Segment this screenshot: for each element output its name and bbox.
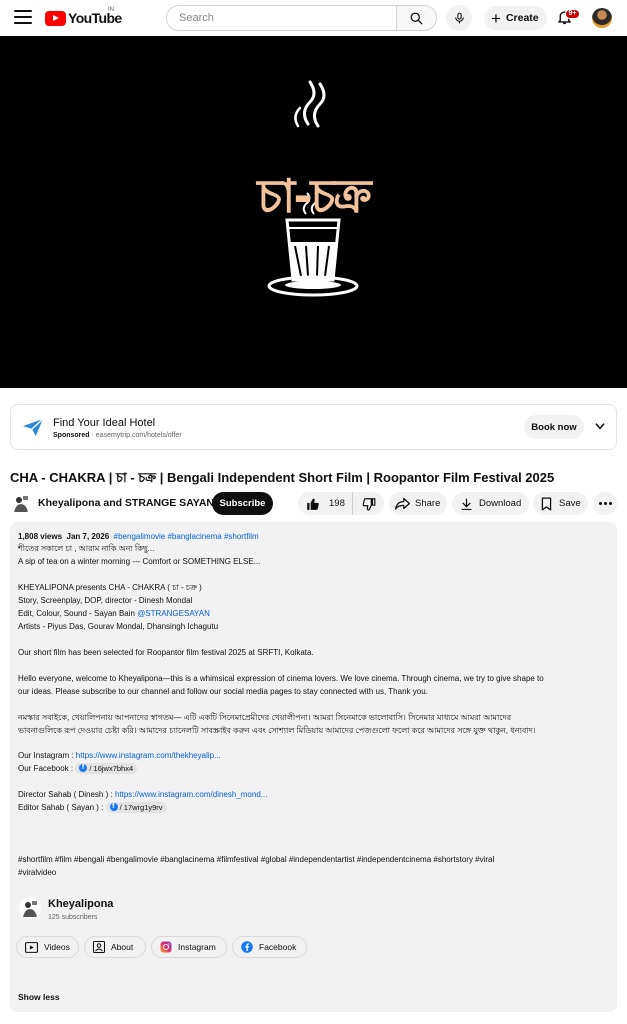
about-subscriber-count: 125 subscribers: [48, 914, 98, 921]
facebook-icon: [241, 941, 253, 953]
person-card-icon: [93, 941, 105, 953]
mention-link[interactable]: @STRANGESAYAN: [137, 609, 210, 618]
top-bar: YouTube IN + Create 9+: [0, 0, 627, 36]
microphone-icon: [454, 12, 464, 24]
book-now-button[interactable]: Book now: [524, 415, 584, 439]
facebook-button-label: Facebook: [259, 942, 297, 952]
video-title: CHA - CHAKRA | চা - চক্র | Bengali Indep…: [10, 470, 555, 485]
channel-avatar[interactable]: [10, 492, 32, 514]
youtube-logo[interactable]: YouTube IN: [45, 7, 122, 26]
director-link[interactable]: https://www.instagram.com/dinesh_mond...: [115, 790, 268, 799]
desc-line-2: A sip of tea on a winter morning --- Com…: [18, 557, 261, 566]
video-player[interactable]: চা-চক্র: [0, 36, 627, 388]
voice-search-button[interactable]: [446, 5, 472, 31]
save-label: Save: [559, 498, 581, 509]
more-horizontal-icon: [598, 502, 613, 505]
director-label: Director Sahab ( Dinesh ) :: [18, 790, 115, 799]
director-line: Director Sahab ( Dinesh ) : https://www.…: [18, 788, 267, 801]
facebook-line: Our Facebook : / 16jwx7bhx4: [18, 762, 138, 775]
facebook-chip[interactable]: / 16jwx7bhx4: [75, 762, 138, 774]
editor-chip[interactable]: / 17wrg1y9rv: [105, 801, 167, 813]
desc-line-4: Story, Screenplay, DOP, director - Dines…: [18, 596, 193, 605]
about-label: About: [111, 942, 134, 952]
subscribe-button[interactable]: Subscribe: [212, 492, 273, 515]
like-button[interactable]: 198: [298, 492, 353, 515]
credit-edit: Edit, Colour, Sound - Sayan Bain: [18, 609, 138, 618]
share-arrow-icon: [395, 497, 410, 510]
instagram-label: Our Instagram :: [18, 751, 76, 760]
description-box[interactable]: 1,808 views Jan 7, 2026 #bengalimovie #b…: [10, 522, 617, 1012]
sponsored-ad[interactable]: Find Your Ideal Hotel Sponsored · easemy…: [10, 404, 617, 450]
bookmark-icon: [541, 497, 552, 510]
show-less-button[interactable]: Show less: [18, 992, 60, 1002]
more-actions-button[interactable]: [593, 492, 617, 515]
hamburger-menu-icon[interactable]: [14, 10, 32, 26]
search-icon: [410, 12, 423, 25]
video-play-icon: [25, 941, 38, 953]
like-dislike-group: 198: [298, 492, 384, 515]
desc-line-7: Our short film has been selected for Roo…: [18, 648, 314, 657]
account-avatar[interactable]: [592, 8, 612, 28]
desc-line-3: KHEYALIPONA presents CHA - CHAKRA ( চা -…: [18, 583, 202, 592]
sponsored-label: Sponsored: [53, 432, 90, 439]
instagram-button[interactable]: Instagram: [151, 936, 227, 958]
ad-url: easemytrip.com/hotels/offer: [95, 432, 182, 439]
plus-icon: +: [491, 8, 501, 28]
country-code: IN: [108, 7, 114, 13]
thumbs-down-icon: [362, 497, 375, 510]
instagram-button-label: Instagram: [178, 942, 216, 952]
desc-line-11: ভাবনাগুলিকে রূপ দেওয়ার চেষ্টা করি। আমাদ…: [18, 726, 536, 735]
top-hashtags[interactable]: #bengalimovie #banglacinema #shortfilm: [114, 532, 259, 541]
facebook-button[interactable]: Facebook: [232, 936, 307, 958]
about-channel-name[interactable]: Kheyalipona: [48, 898, 113, 910]
instagram-link[interactable]: https://www.instagram.com/thekheyalip...: [76, 751, 221, 760]
search-input[interactable]: [179, 12, 396, 24]
chevron-down-icon[interactable]: [593, 419, 607, 433]
thumbs-up-icon: [307, 498, 319, 510]
desc-line-1: শীতের সকালে চা , আরাম নাকি অন্য কিছু...: [18, 544, 155, 553]
search-box: [166, 5, 397, 31]
bottom-hashtags-1[interactable]: #shortfilm #film #bengali #bengalimovie …: [18, 853, 494, 866]
download-button[interactable]: Download: [452, 492, 529, 515]
instagram-line: Our Instagram : https://www.instagram.co…: [18, 749, 221, 762]
view-count: 1,808 views: [18, 532, 63, 541]
upload-date: Jan 7, 2026: [66, 532, 110, 541]
facebook-label: Our Facebook :: [18, 764, 76, 773]
youtube-play-icon: [45, 10, 66, 26]
instagram-icon: [160, 941, 172, 953]
desc-line-5: Edit, Colour, Sound - Sayan Bain @STRANG…: [18, 607, 210, 620]
facebook-icon: [109, 801, 118, 812]
facebook-icon: [79, 762, 88, 773]
ad-subtitle: Sponsored · easemytrip.com/hotels/offer: [53, 432, 182, 439]
editor-chip-text: / 17wrg1y9rv: [119, 803, 163, 812]
editor-label: Editor Sahab ( Sayan ) :: [18, 803, 106, 812]
about-button[interactable]: About: [84, 936, 146, 958]
desc-line-9: our ideas. Please subscribe to our chann…: [18, 687, 428, 696]
like-count: 198: [329, 498, 345, 509]
desc-line-10: নমস্কার সবাইকে, খেয়ালিপনায় আপনাদের স্ব…: [18, 713, 512, 722]
notification-badge: 9+: [565, 9, 580, 19]
poster-title: চা-চক্র: [257, 169, 372, 223]
download-icon: [461, 498, 472, 510]
bottom-hashtags-2[interactable]: #viralvideo: [18, 866, 56, 879]
dislike-button[interactable]: [353, 492, 384, 515]
share-button[interactable]: Share: [389, 492, 447, 515]
videos-label: Videos: [44, 942, 70, 952]
ad-title[interactable]: Find Your Ideal Hotel: [53, 417, 155, 429]
videos-button[interactable]: Videos: [16, 936, 79, 958]
create-button[interactable]: + Create: [484, 6, 547, 30]
editor-line: Editor Sahab ( Sayan ) : / 17wrg1y9rv: [18, 801, 167, 814]
download-label: Download: [479, 498, 522, 509]
about-channel-avatar[interactable]: [19, 897, 41, 919]
paper-plane-icon: [23, 418, 44, 437]
desc-line-6: Artists - Piyus Das, Gourav Mondal, Dhan…: [18, 622, 219, 631]
search-button[interactable]: [396, 5, 437, 31]
facebook-chip-text: / 16jwx7bhx4: [89, 764, 134, 773]
create-label: Create: [505, 12, 539, 24]
save-button[interactable]: Save: [533, 492, 588, 515]
channel-name[interactable]: Kheyalipona and STRANGE SAYAN: [38, 497, 214, 509]
share-label: Share: [415, 498, 441, 509]
desc-line-8: Hello everyone, welcome to Kheyalipona—t…: [18, 674, 544, 683]
